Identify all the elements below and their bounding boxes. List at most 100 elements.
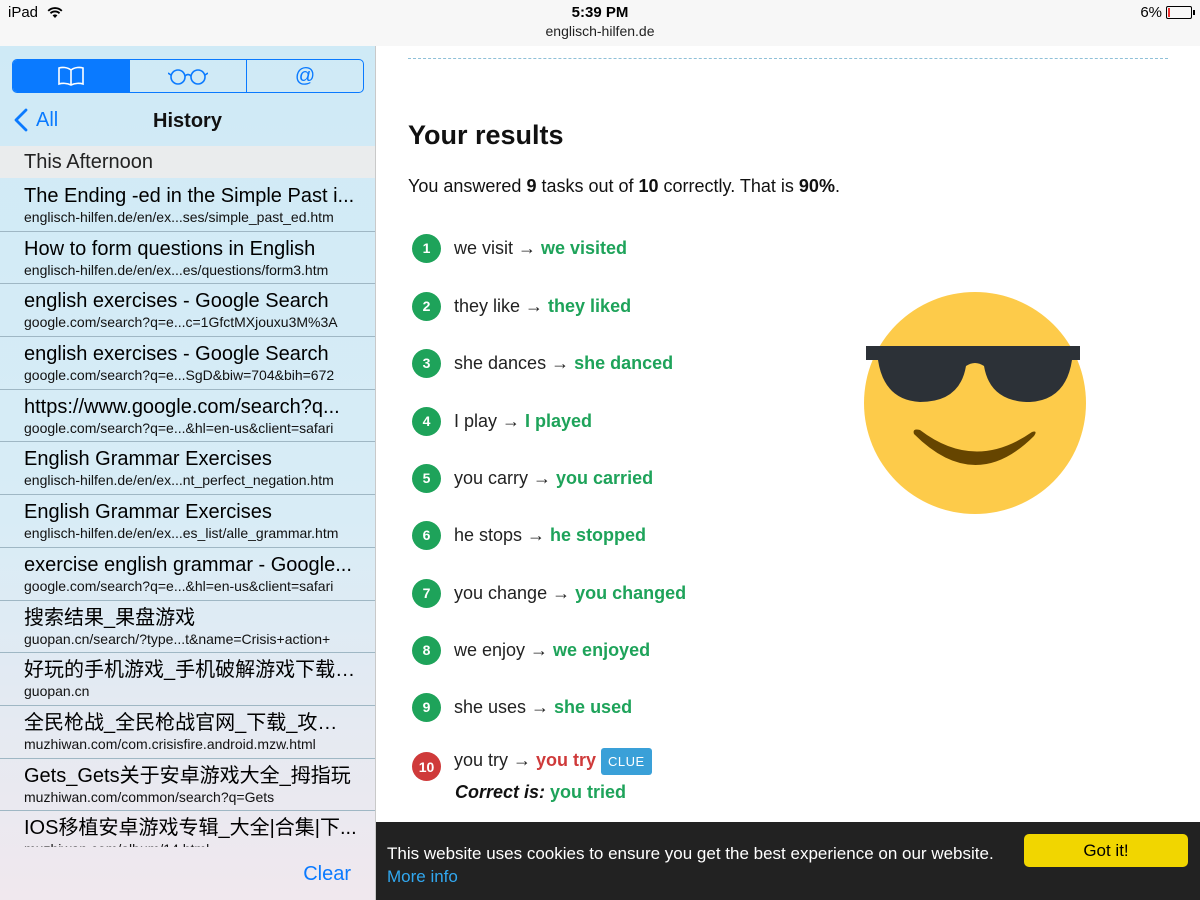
clear-button[interactable]: Clear <box>303 863 351 886</box>
task-row: 3 she dances → she danced <box>412 348 673 378</box>
smiling-face-with-sunglasses-icon <box>864 292 1086 514</box>
sidebar-title: History <box>153 110 222 132</box>
clock: 5:39 PM <box>571 4 629 21</box>
glasses-icon <box>168 69 208 85</box>
task-row: 10 you try → you try CLUE <box>412 748 652 781</box>
correct-answer: you tried <box>550 782 627 802</box>
task-question: you carry <box>454 467 529 488</box>
history-item[interactable]: The Ending -ed in the Simple Past i... en… <box>0 179 375 232</box>
task-row: 5 you carry → you carried <box>412 463 653 493</box>
history-item-url: englisch-hilfen.de/en/ex...ses/simple_pa… <box>24 209 334 225</box>
sidebar-nav-bar: All History <box>0 102 375 138</box>
arrow-right-icon: → <box>527 524 546 545</box>
address-bar[interactable]: englisch-hilfen.de <box>0 23 1200 39</box>
arrow-right-icon: → <box>513 750 532 770</box>
task-answer: I played <box>525 410 593 431</box>
at-icon: @ <box>295 65 315 87</box>
task-question: he stops <box>454 524 523 545</box>
history-item-url: englisch-hilfen.de/en/ex...es_list/alle_… <box>24 525 339 542</box>
summary-suffix: . <box>834 176 840 196</box>
task-row: 9 she uses → she used <box>412 692 632 722</box>
more-info-link[interactable]: More info <box>387 867 458 886</box>
divider <box>408 58 1168 59</box>
sidebar-segmented-control: @ <box>12 59 364 93</box>
task-answer: he stopped <box>550 524 647 545</box>
summary-mid: tasks out of <box>536 176 639 196</box>
task-answer: we visited <box>541 237 628 258</box>
task-row: 4 I play → I played <box>412 406 592 436</box>
history-item-url: google.com/search?q=e...c=1GfctMXjouxu3M… <box>24 314 338 331</box>
history-item[interactable]: 全民枪战_全民枪战官网_下载_攻略_... muzhiwan.com/com.cr… <box>0 706 375 759</box>
history-item-url: google.com/search?q=e...&hl=en-us&client… <box>24 577 334 594</box>
history-item-title: 好玩的手机游戏_手机破解游戏下载_... <box>24 659 363 682</box>
task-number-badge: 6 <box>412 520 441 550</box>
history-item[interactable]: Gets_Gets关于安卓游戏大全_拇指玩 muzhiwan.com/common… <box>0 759 375 812</box>
history-item[interactable]: english exercises - Google Search google.… <box>0 284 375 338</box>
task-content: I play → I played <box>454 411 592 432</box>
history-item-title: Gets_Gets关于安卓游戏大全_拇指玩 <box>24 764 351 787</box>
history-item-title: English Grammar Exercises <box>24 501 272 524</box>
history-sidebar: @ All History This Afternoon The Ending … <box>0 46 376 900</box>
task-number-badge: 9 <box>412 692 441 722</box>
page-title: Your results <box>408 120 564 150</box>
reading-list-tab[interactable] <box>129 60 246 92</box>
history-item-title: 全民枪战_全民枪战官网_下载_攻略_... <box>24 711 366 734</box>
summary-mid2: correctly. That is <box>658 176 799 196</box>
history-item[interactable]: english exercises - Google Search google.… <box>0 337 375 390</box>
task-number-badge: 3 <box>412 348 441 378</box>
summary-correct-count: 9 <box>526 176 537 196</box>
clue-button[interactable]: CLUE <box>601 748 652 775</box>
history-list: The Ending -ed in the Simple Past i... en… <box>0 179 375 847</box>
task-number-badge: 4 <box>412 406 441 436</box>
history-item-title: IOS移植安卓游戏专辑_大全|合集|下... <box>24 817 357 840</box>
task-question: she uses <box>454 696 527 717</box>
got-it-button[interactable]: Got it! <box>1024 834 1188 867</box>
task-answer: we enjoyed <box>553 639 651 660</box>
task-answer: she used <box>554 696 633 717</box>
battery-icon <box>1166 6 1195 19</box>
summary-prefix: You answered <box>408 176 527 196</box>
bookmarks-tab[interactable] <box>13 60 129 92</box>
task-question: you try <box>454 750 509 770</box>
web-content: Your results You answered 9 tasks out of… <box>376 46 1200 900</box>
task-answer: she danced <box>574 352 674 373</box>
task-answer: you carried <box>556 467 654 488</box>
arrow-right-icon: → <box>531 696 550 717</box>
history-item[interactable]: 搜索结果_果盘游戏 guopan.cn/search/?type...t&name… <box>0 601 375 654</box>
history-item[interactable]: https://www.google.com/search?q... google… <box>0 390 375 443</box>
history-item-url: guopan.cn <box>24 683 90 700</box>
history-item[interactable]: English Grammar Exercises englisch-hilfen… <box>0 495 375 548</box>
correct-label: Correct is: <box>455 782 546 802</box>
history-item-url: muzhiwan.com/com.crisisfire.android.mzw.… <box>24 735 316 752</box>
cookie-banner: This website uses cookies to ensure you … <box>376 822 1200 900</box>
history-item-title: English Grammar Exercises <box>24 448 272 471</box>
task-content: he stops → he stopped <box>454 525 646 546</box>
arrow-right-icon: → <box>518 237 537 258</box>
history-item-title: english exercises - Google Search <box>24 343 329 366</box>
task-question: I play <box>454 410 498 431</box>
history-item-title: 搜索结果_果盘游戏 <box>24 606 196 629</box>
history-item-url: englisch-hilfen.de/en/ex...nt_perfect_ne… <box>24 472 334 489</box>
task-content: you try → you try CLUE <box>454 748 652 775</box>
task-answer: you changed <box>575 582 687 603</box>
shared-links-tab[interactable]: @ <box>246 60 363 92</box>
history-item[interactable]: English Grammar Exercises englisch-hilfen… <box>0 442 375 496</box>
summary-total-count: 10 <box>638 176 659 196</box>
history-item[interactable]: 好玩的手机游戏_手机破解游戏下载_... guopan.cn <box>0 653 375 706</box>
task-content: we visit → we visited <box>454 238 627 259</box>
task-number-badge: 10 <box>412 752 441 781</box>
task-row: 8 we enjoy → we enjoyed <box>412 635 650 665</box>
history-item[interactable]: How to form questions in English englisch… <box>0 232 375 285</box>
history-item-url: muzhiwan.com/common/search?q=Gets <box>24 788 275 805</box>
history-item[interactable]: exercise english grammar - Google... goog… <box>0 548 375 601</box>
history-item-title: https://www.google.com/search?q... <box>24 395 340 418</box>
history-item[interactable]: IOS移植安卓游戏专辑_大全|合集|下...muzhiwan.com/album… <box>0 811 375 847</box>
cookie-text: This website uses cookies to ensure you … <box>387 844 994 863</box>
battery-status: 6% <box>1140 4 1195 21</box>
task-question: we visit <box>454 237 514 258</box>
task-row: 2 they like → they liked <box>412 291 631 321</box>
task-question: we enjoy <box>454 639 526 660</box>
section-header: This Afternoon <box>0 146 375 178</box>
task-number-badge: 7 <box>412 578 441 608</box>
arrow-right-icon: → <box>552 582 571 603</box>
